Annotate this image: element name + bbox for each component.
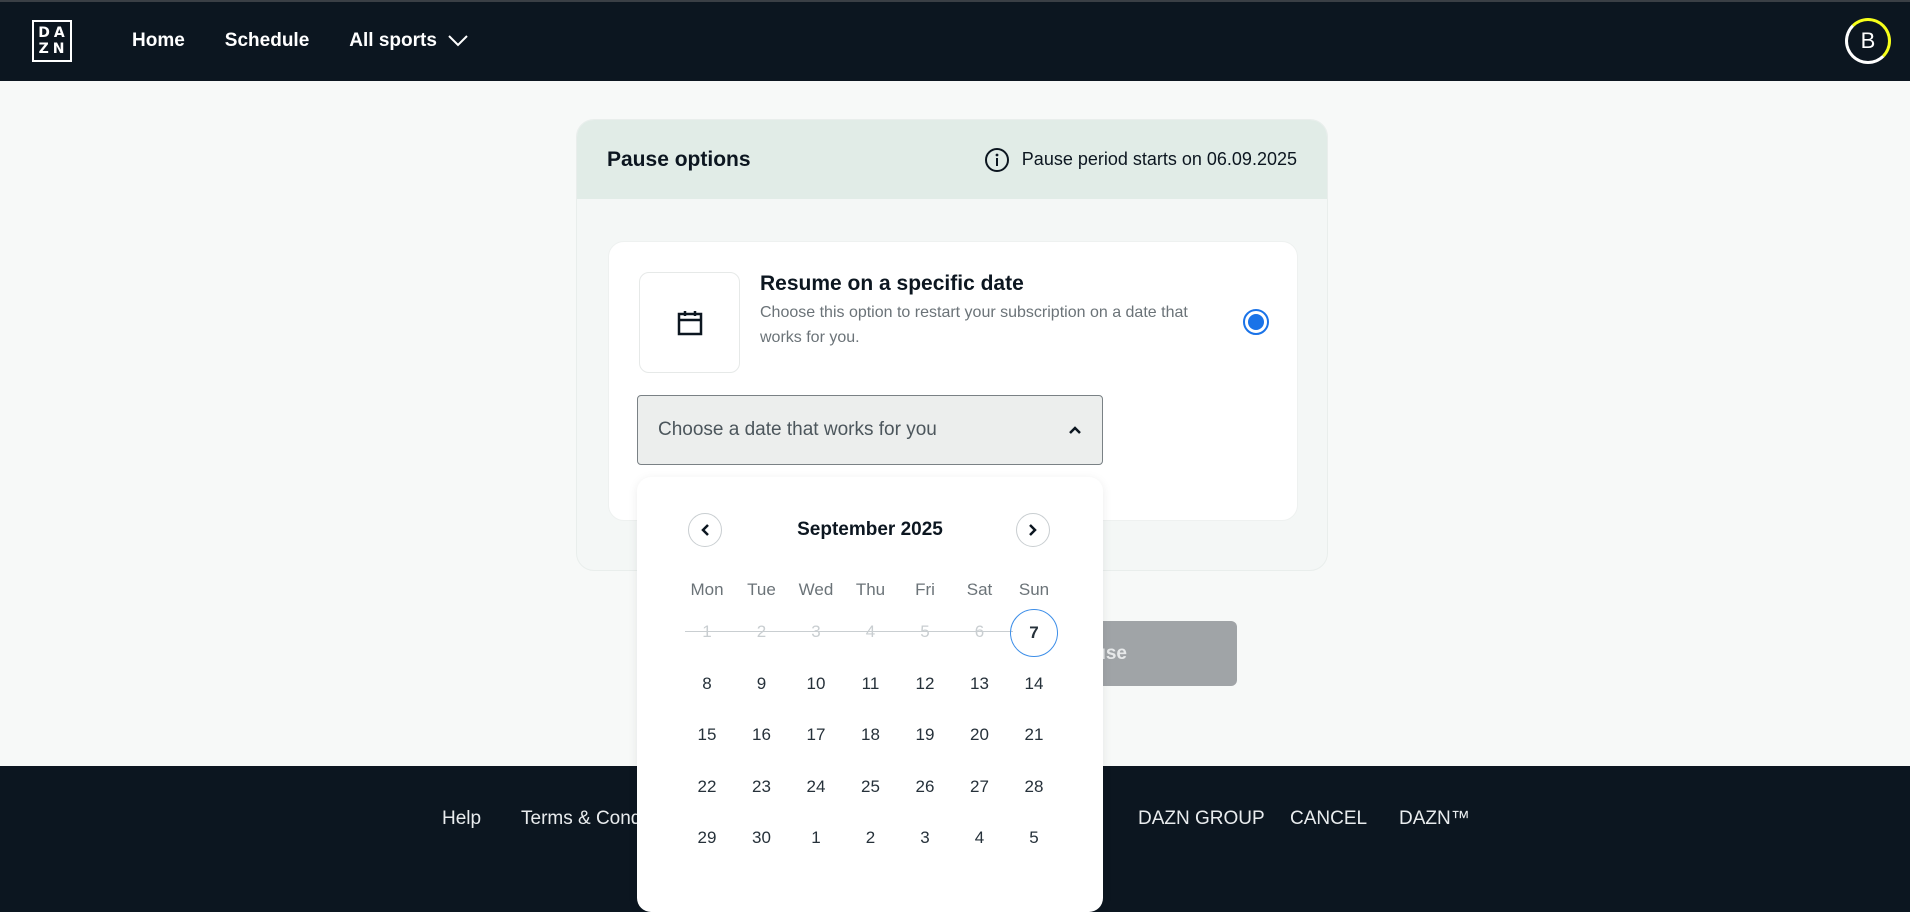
card-title: Pause options (607, 147, 751, 171)
calendar-day[interactable]: 2 (846, 814, 896, 862)
logo-line-top: DA (38, 25, 69, 41)
calendar-day[interactable]: 27 (955, 763, 1005, 811)
logo-line-bottom: ZN (38, 41, 69, 57)
footer-help[interactable]: Help (442, 808, 481, 830)
nav-home[interactable]: Home (132, 30, 185, 52)
pause-info: Pause period starts on 06.09.2025 (984, 147, 1297, 173)
weekday-header: Mon (690, 580, 724, 599)
footer-terms[interactable]: Terms & Cond (521, 808, 641, 830)
calendar-day: 2 (756, 622, 767, 641)
calendar-day[interactable]: 15 (682, 711, 732, 759)
pause-info-text: Pause period starts on 06.09.2025 (1021, 149, 1297, 169)
nav-schedule[interactable]: Schedule (225, 30, 309, 52)
calendar-day[interactable]: 17 (791, 711, 841, 759)
calendar-day[interactable]: 29 (682, 814, 732, 862)
calendar-day: 6 (974, 622, 985, 641)
date-select-placeholder: Choose a date that works for you (658, 419, 937, 440)
date-picker: September 2025 Mon Tue Wed Thu Fri Sat Sun 1 2 3 4… (637, 477, 1103, 912)
option-description: Choose this option to restart your subsc… (760, 304, 1188, 346)
calendar-day[interactable]: 26 (900, 763, 950, 811)
chevron-down-icon (448, 35, 468, 47)
footer-dazn-tm[interactable]: DAZN™ (1399, 808, 1470, 830)
calendar-day[interactable]: 5 (1009, 814, 1059, 862)
calendar-day[interactable]: 14 (1009, 660, 1059, 708)
user-avatar[interactable]: B (1845, 18, 1891, 64)
weekday-header: Tue (747, 580, 776, 599)
calendar-day[interactable]: 1 (791, 814, 841, 862)
weekday-header: Sun (1018, 580, 1050, 599)
info-icon (984, 147, 1009, 172)
footer-cancel[interactable]: CANCEL (1290, 808, 1367, 830)
calendar-day[interactable]: 4 (955, 814, 1005, 862)
next-month-button[interactable] (1016, 513, 1050, 547)
top-header: DA ZN Home Schedule All sports B (0, 0, 1910, 81)
calendar-icon (677, 310, 702, 335)
weekday-header: Sat (966, 580, 993, 599)
calendar-day[interactable]: 11 (846, 660, 896, 708)
calendar-day[interactable]: 20 (955, 711, 1005, 759)
chevron-right-icon (1029, 524, 1037, 536)
weekday-header: Fri (915, 580, 935, 599)
main-nav: Home Schedule All sports (132, 30, 469, 52)
option-title: Resume on a specific date (760, 272, 1024, 295)
dazn-logo[interactable]: DA ZN (32, 20, 72, 62)
calendar-day[interactable]: 18 (846, 711, 896, 759)
calendar-day: 3 (811, 622, 821, 641)
calendar-day: 4 (865, 622, 876, 641)
calendar-day[interactable]: 22 (682, 763, 732, 811)
calendar-day[interactable]: 21 (1009, 711, 1059, 759)
calendar-day[interactable]: 24 (791, 763, 841, 811)
nav-all-sports[interactable]: All sports (349, 30, 469, 52)
date-select[interactable]: Choose a date that works for you (637, 395, 1103, 465)
calendar-day[interactable]: 23 (737, 763, 787, 811)
chevron-up-icon (1069, 426, 1081, 434)
option-icon-box (639, 272, 740, 373)
calendar-day[interactable]: 9 (737, 660, 787, 708)
calendar-day[interactable]: 3 (900, 814, 950, 862)
calendar-day: 5 (920, 622, 930, 641)
calendar-day[interactable]: 16 (737, 711, 787, 759)
calendar-day[interactable]: 30 (737, 814, 787, 862)
calendar-day-selected[interactable]: 7 (1010, 609, 1058, 657)
calendar-day[interactable]: 25 (846, 763, 896, 811)
footer-dazn-group[interactable]: DAZN GROUP (1138, 808, 1265, 830)
option-radio[interactable] (1243, 309, 1269, 335)
weekday-header: Wed (798, 580, 834, 599)
calendar-day[interactable]: 13 (955, 660, 1005, 708)
weekday-header: Thu (855, 580, 886, 599)
calendar-day[interactable]: 10 (791, 660, 841, 708)
pause-button[interactable]: Pause (1071, 621, 1237, 686)
nav-all-sports-label: All sports (349, 30, 437, 51)
calendar-day[interactable]: 8 (682, 660, 732, 708)
card-header: Pause options Pause period starts on 06.… (577, 120, 1327, 199)
calendar-day[interactable]: 19 (900, 711, 950, 759)
calendar-day[interactable]: 12 (900, 660, 950, 708)
calendar-day[interactable]: 28 (1009, 763, 1059, 811)
calendar-day: 1 (702, 622, 712, 641)
